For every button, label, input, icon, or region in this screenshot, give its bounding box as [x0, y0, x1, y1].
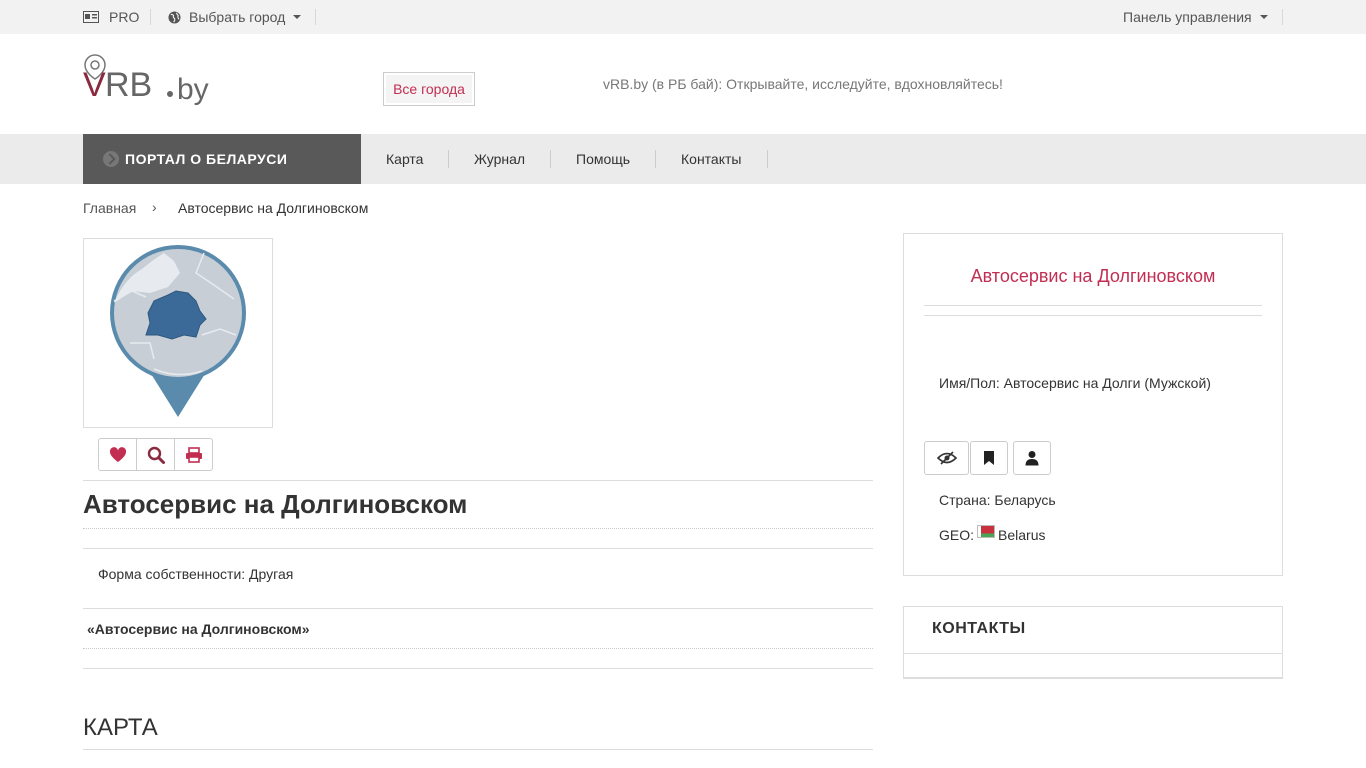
print-button[interactable] [174, 438, 213, 471]
contacts-title: КОНТАКТЫ [932, 620, 1026, 637]
nav-item-help[interactable]: Помощь [576, 134, 630, 184]
geo-label: GEO: [939, 527, 975, 543]
search-icon [147, 446, 165, 464]
nav-item-map[interactable]: Карта [386, 134, 423, 184]
topbar-divider [1282, 9, 1283, 25]
divider [83, 548, 873, 549]
panel-title: Автосервис на Долгиновском [970, 266, 1216, 286]
name-gender: Имя/Пол: Автосервис на Долги (Мужской) [939, 375, 1211, 391]
chevron-down-icon [1259, 15, 1268, 19]
heart-icon [109, 446, 126, 462]
divider [83, 480, 873, 481]
portal-menu-button[interactable]: ПОРТАЛ О БЕЛАРУСИ [83, 134, 361, 184]
pro-link[interactable]: PRO [83, 0, 139, 34]
belarus-map-pin-icon [110, 245, 246, 417]
contacts-panel [903, 606, 1283, 679]
breadcrumb-home[interactable]: Главная [83, 200, 136, 216]
divider [924, 305, 1262, 306]
globe-icon [168, 10, 181, 24]
divider [83, 528, 873, 529]
belarus-flag-icon [978, 525, 995, 537]
site-slogan: vRB.by (в РБ бай): Открывайте, исследуйт… [603, 76, 1003, 92]
all-cities-button[interactable]: Все города [383, 72, 475, 106]
print-icon [185, 446, 202, 463]
site-logo[interactable]: V RB by [83, 53, 223, 106]
divider [83, 608, 873, 609]
quoted-name: «Автосервис на Долгиновском» [87, 621, 310, 637]
city-selector[interactable]: Выбрать город [168, 0, 302, 34]
logo-graphic: V RB by [83, 54, 209, 106]
divider [83, 648, 873, 649]
hide-button[interactable] [924, 441, 969, 475]
user-button[interactable] [1013, 441, 1051, 475]
place-image[interactable] [83, 238, 273, 428]
portal-label: ПОРТАЛ О БЕЛАРУСИ [125, 151, 288, 167]
svg-text:RB: RB [105, 66, 152, 104]
nav-divider [550, 150, 551, 168]
nav-item-journal[interactable]: Журнал [474, 134, 525, 184]
breadcrumb-current: Автосервис на Долгиновском [178, 200, 369, 216]
topbar-divider [315, 9, 316, 25]
action-button-group [98, 438, 213, 471]
pro-label: PRO [109, 9, 140, 25]
country-info: Страна: Беларусь [939, 492, 1056, 508]
nav-divider [767, 150, 768, 168]
ownership-form: Форма собственности: Другая [98, 566, 294, 582]
top-bar: PRO Выбрать город Панель управления [0, 0, 1366, 34]
nav-divider [655, 150, 656, 168]
control-panel-label: Панель управления [1123, 9, 1252, 25]
svg-text:V: V [83, 66, 106, 104]
geo-info: GEO: Belarus [939, 525, 1045, 543]
control-panel-menu[interactable]: Панель управления [1123, 0, 1268, 34]
divider [83, 749, 873, 750]
nav-item-contacts[interactable]: Контакты [681, 134, 741, 184]
id-card-icon [83, 11, 99, 23]
chevron-down-icon [293, 15, 302, 19]
divider [924, 315, 1262, 316]
eye-slash-icon [936, 451, 957, 465]
nav-divider [448, 150, 449, 168]
divider [904, 653, 1282, 654]
map-section-title: КАРТА [83, 714, 158, 741]
favorite-button[interactable] [98, 438, 137, 471]
bookmark-icon [984, 451, 994, 465]
topbar-divider [150, 9, 151, 25]
arrow-circle-icon [103, 151, 119, 167]
search-button[interactable] [136, 438, 175, 471]
breadcrumb-separator-icon: › [152, 199, 157, 215]
svg-text:by: by [177, 73, 209, 105]
divider [83, 668, 873, 669]
bookmark-button[interactable] [970, 441, 1008, 475]
page-title: Автосервис на Долгиновском [83, 489, 468, 519]
user-icon [1025, 451, 1039, 466]
city-selector-label: Выбрать город [189, 9, 286, 25]
geo-value[interactable]: Belarus [998, 527, 1045, 543]
